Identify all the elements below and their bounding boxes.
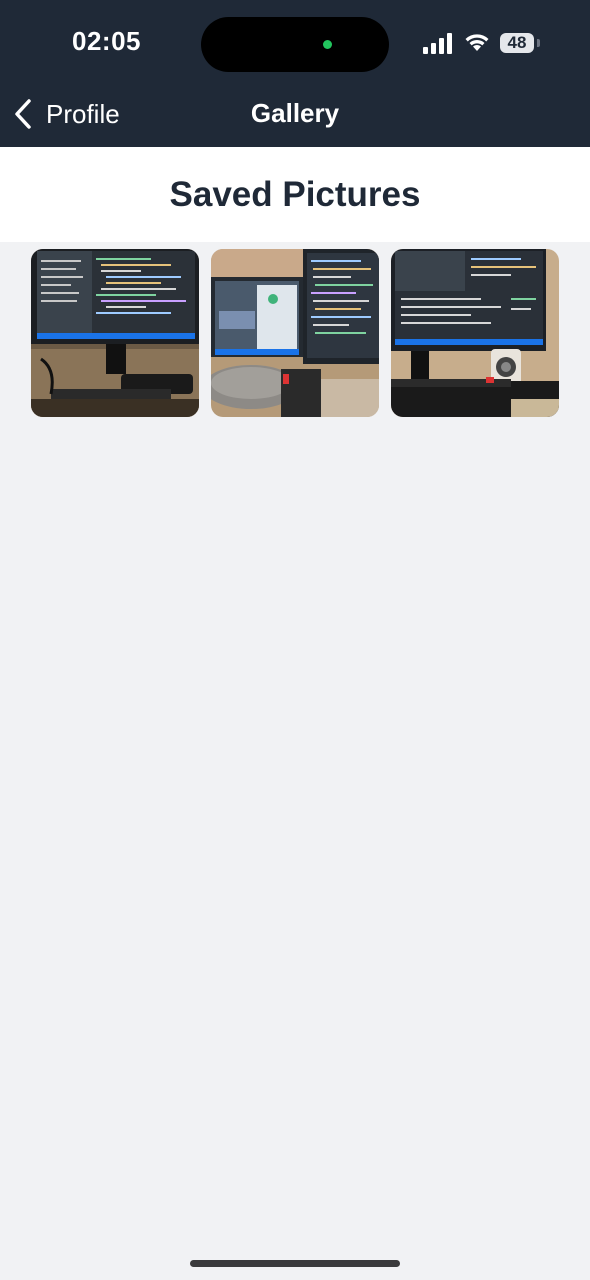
home-indicator[interactable] — [190, 1260, 400, 1267]
page-title: Saved Pictures — [169, 174, 421, 214]
gallery-thumbnail-1[interactable] — [31, 249, 199, 417]
photo-grid — [31, 249, 559, 417]
battery-cap — [537, 39, 540, 47]
photo-image — [391, 249, 559, 417]
gallery-thumbnail-2[interactable] — [211, 249, 379, 417]
photo-image — [31, 249, 199, 417]
page-header: Saved Pictures — [0, 147, 590, 242]
photo-image — [211, 249, 379, 417]
phone-screen: 02:05 48 Profile Gallery Saved Pictures — [0, 0, 590, 1280]
status-time: 02:05 — [72, 26, 141, 56]
top-bar: 02:05 48 Profile Gallery — [0, 0, 590, 147]
battery-icon: 48 — [500, 33, 540, 55]
nav-title: Gallery — [250, 98, 340, 128]
camera-indicator-icon — [323, 40, 332, 49]
gallery-thumbnail-3[interactable] — [391, 249, 559, 417]
battery-level: 48 — [500, 33, 534, 53]
cellular-signal-icon — [423, 33, 452, 54]
wifi-icon — [465, 34, 489, 51]
dynamic-island — [201, 17, 389, 72]
